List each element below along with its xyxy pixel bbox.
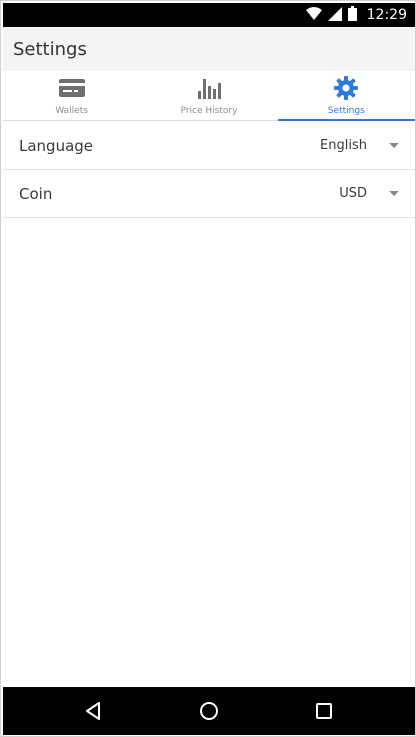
- coin-setting-row[interactable]: Coin USD: [3, 170, 415, 218]
- tab-label: Wallets: [55, 106, 88, 116]
- app-bar: Settings: [3, 27, 415, 71]
- dropdown-caret-icon[interactable]: [389, 143, 399, 148]
- status-bar: 12:29: [3, 3, 415, 27]
- bar-chart-icon: [194, 75, 224, 101]
- recents-icon[interactable]: [312, 699, 336, 723]
- home-icon[interactable]: [197, 699, 221, 723]
- back-icon[interactable]: [81, 699, 105, 723]
- language-setting-row[interactable]: Language English: [3, 122, 415, 170]
- setting-label: Coin: [19, 185, 53, 203]
- status-time: 12:29: [366, 7, 407, 23]
- battery-icon: [347, 5, 357, 25]
- tab-price-history[interactable]: Price History: [140, 71, 277, 120]
- tab-label: Price History: [180, 106, 238, 116]
- tab-bar: Wallets Price History Settings: [3, 71, 416, 121]
- settings-list: Language English Coin USD: [3, 122, 415, 218]
- page-title: Settings: [13, 39, 87, 60]
- coin-select-value[interactable]: USD: [339, 186, 367, 201]
- dropdown-caret-icon[interactable]: [389, 191, 399, 196]
- setting-label: Language: [19, 137, 94, 155]
- signal-icon: [327, 6, 342, 25]
- tab-label: Settings: [327, 106, 365, 116]
- status-icons: 12:29: [305, 3, 407, 27]
- wifi-icon: [305, 6, 322, 25]
- wallet-card-icon: [57, 75, 87, 101]
- tab-wallets[interactable]: Wallets: [3, 71, 140, 120]
- device-frame: 12:29 Settings Wallets Price History Set…: [0, 0, 416, 737]
- tab-settings[interactable]: Settings: [277, 71, 416, 121]
- language-select-value[interactable]: English: [320, 138, 367, 153]
- gear-icon: [331, 75, 361, 101]
- navigation-bar: [3, 687, 415, 735]
